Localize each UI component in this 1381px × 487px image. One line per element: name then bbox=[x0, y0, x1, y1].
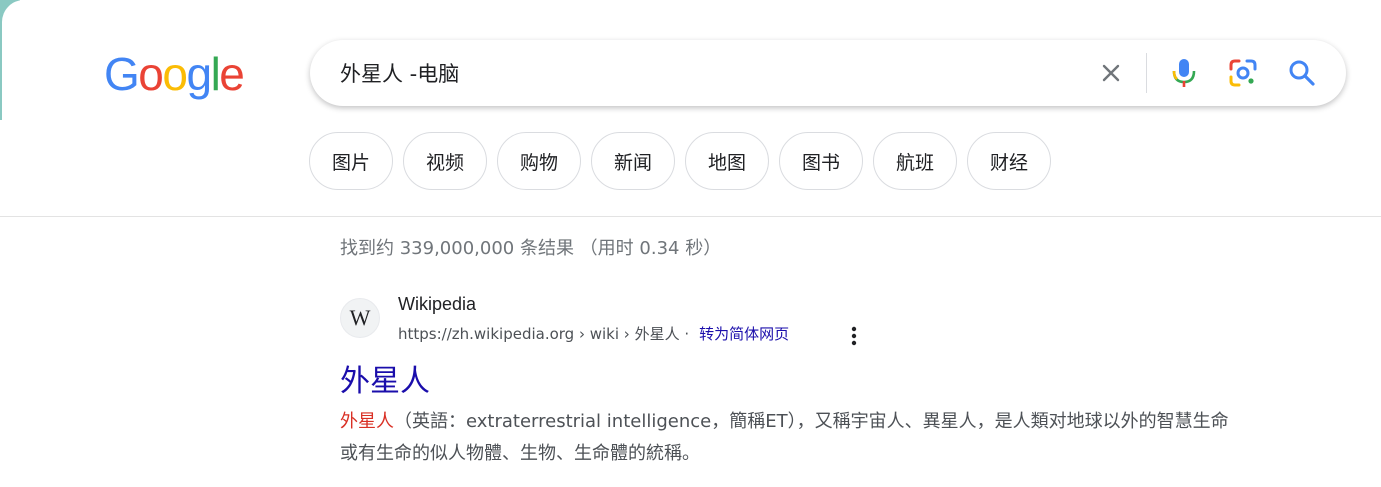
snippet-highlight: 外星人 bbox=[340, 411, 394, 432]
result-title-link[interactable]: 外星人 bbox=[340, 356, 430, 400]
chip-news[interactable]: 新闻 bbox=[591, 132, 675, 190]
more-options-icon[interactable] bbox=[842, 324, 866, 348]
logo-letter: G bbox=[104, 48, 140, 100]
chip-maps[interactable]: 地图 bbox=[685, 132, 769, 190]
search-box-divider bbox=[1146, 53, 1147, 93]
clear-icon[interactable] bbox=[1095, 57, 1127, 89]
filter-chips: 图片 视频 购物 新闻 地图 图书 航班 财经 bbox=[309, 132, 1051, 190]
chip-videos[interactable]: 视频 bbox=[403, 132, 487, 190]
snippet-text: （英語：extraterrestrial intelligence，簡稱ET），… bbox=[340, 411, 1229, 464]
logo-letter: e bbox=[219, 48, 245, 100]
logo-letter: o bbox=[138, 48, 164, 100]
translate-link[interactable]: 转为简体网页 bbox=[699, 323, 789, 344]
result-stats: 找到约 339,000,000 条结果 （用时 0.34 秒） bbox=[340, 238, 722, 259]
search-header: Google 外星人 -电脑 图片 视频 购物 新闻 地图 图书 航班 财经 bbox=[0, 0, 1381, 217]
mic-icon[interactable] bbox=[1168, 57, 1200, 89]
result-url-row: https://zh.wikipedia.org › wiki › 外星人 · … bbox=[398, 323, 789, 344]
logo-letter: l bbox=[210, 48, 221, 100]
chip-finance[interactable]: 财经 bbox=[967, 132, 1051, 190]
chip-books[interactable]: 图书 bbox=[779, 132, 863, 190]
chip-flights[interactable]: 航班 bbox=[873, 132, 957, 190]
wikipedia-favicon-icon[interactable]: W bbox=[340, 298, 380, 338]
result-url[interactable]: https://zh.wikipedia.org › wiki › 外星人 · bbox=[398, 323, 689, 344]
google-logo[interactable]: Google bbox=[104, 48, 245, 100]
logo-letter: o bbox=[162, 48, 188, 100]
site-name[interactable]: Wikipedia bbox=[398, 294, 476, 315]
chip-images[interactable]: 图片 bbox=[309, 132, 393, 190]
search-box bbox=[310, 40, 1346, 106]
logo-letter: g bbox=[186, 48, 212, 100]
lens-icon[interactable] bbox=[1227, 57, 1259, 89]
chip-shopping[interactable]: 购物 bbox=[497, 132, 581, 190]
result-snippet: 外星人（英語：extraterrestrial intelligence，簡稱E… bbox=[340, 406, 1230, 470]
search-icon[interactable] bbox=[1286, 57, 1318, 89]
search-input[interactable] bbox=[340, 40, 1080, 106]
